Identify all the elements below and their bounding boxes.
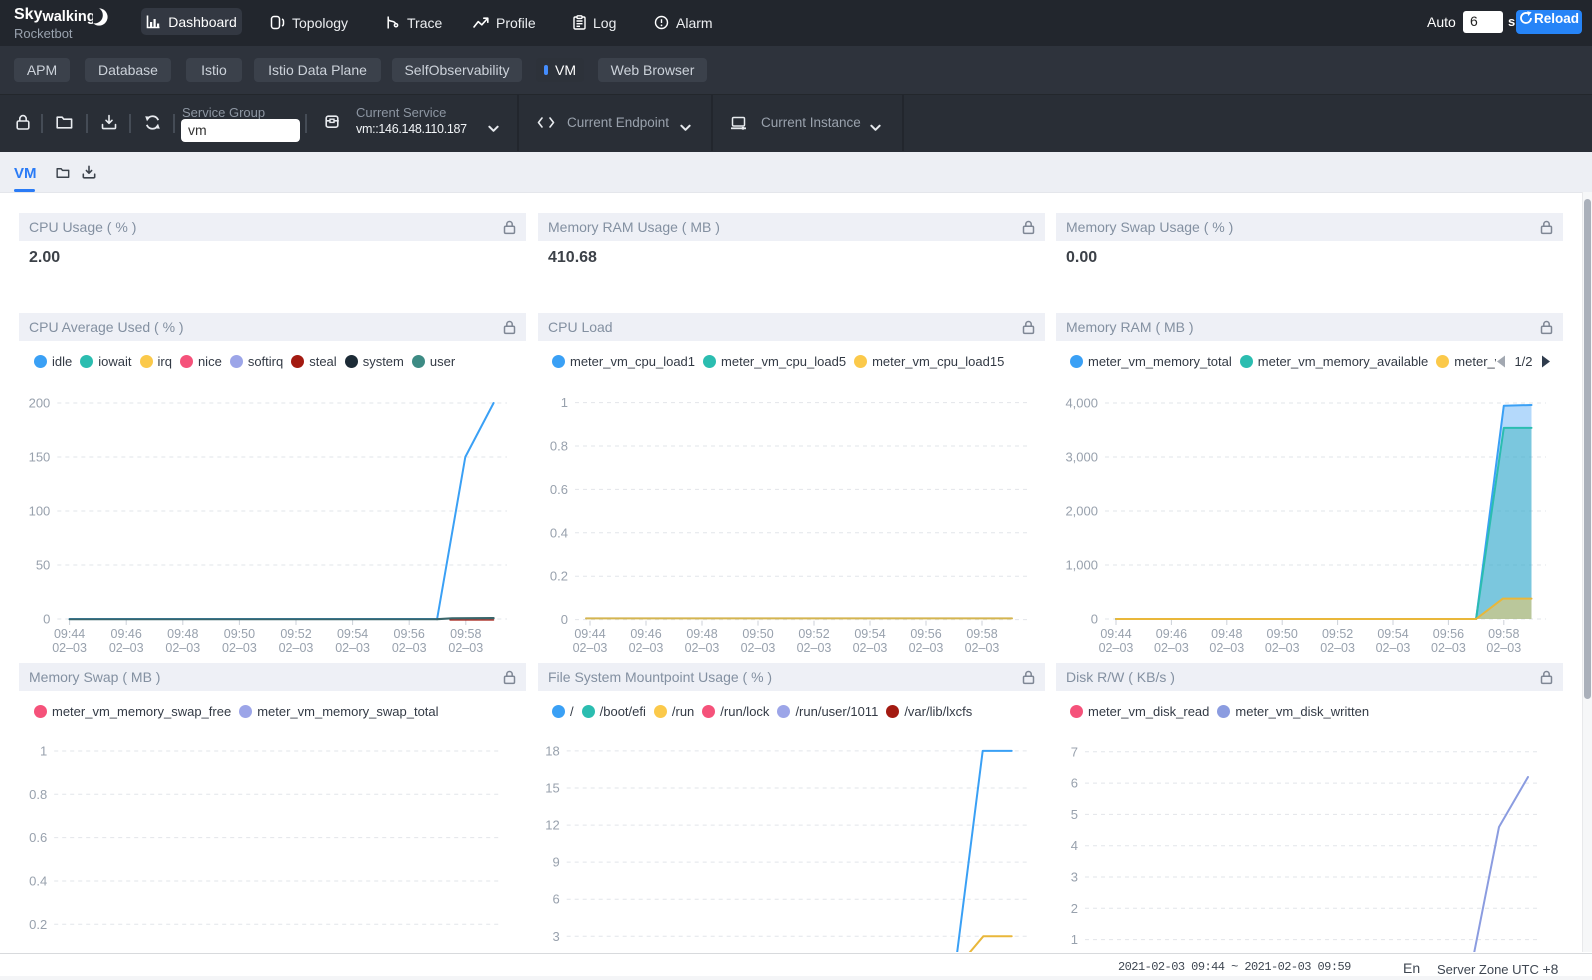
svg-text:12: 12 [545, 818, 559, 833]
svg-text:4,000: 4,000 [1065, 396, 1098, 411]
svg-text:0: 0 [561, 612, 568, 627]
svg-text:9: 9 [552, 855, 559, 870]
svg-text:7: 7 [1071, 744, 1078, 759]
svg-text:5: 5 [1071, 807, 1078, 822]
svg-text:09:58: 09:58 [966, 627, 997, 641]
svg-text:09:48: 09:48 [167, 627, 198, 641]
svg-text:02–03: 02–03 [1431, 641, 1466, 655]
svg-text:02–03: 02–03 [109, 641, 144, 655]
svg-text:4: 4 [1071, 838, 1078, 853]
svg-text:3,000: 3,000 [1065, 450, 1098, 465]
svg-text:09:58: 09:58 [1488, 627, 1519, 641]
svg-text:09:52: 09:52 [1322, 627, 1353, 641]
svg-text:02–03: 02–03 [1099, 641, 1134, 655]
svg-text:09:56: 09:56 [910, 627, 941, 641]
svg-text:02–03: 02–03 [335, 641, 370, 655]
svg-text:02–03: 02–03 [1154, 641, 1189, 655]
svg-text:6: 6 [1071, 776, 1078, 791]
svg-text:09:44: 09:44 [54, 627, 85, 641]
svg-text:02–03: 02–03 [629, 641, 664, 655]
svg-text:02–03: 02–03 [165, 641, 200, 655]
svg-text:3: 3 [552, 929, 559, 944]
svg-text:150: 150 [29, 450, 51, 465]
svg-text:02–03: 02–03 [448, 641, 483, 655]
svg-text:1: 1 [40, 744, 47, 759]
svg-text:0.8: 0.8 [29, 787, 47, 802]
svg-text:0.6: 0.6 [29, 830, 47, 845]
svg-text:02–03: 02–03 [1376, 641, 1411, 655]
svg-text:15: 15 [545, 781, 559, 796]
svg-text:09:50: 09:50 [742, 627, 773, 641]
svg-text:02–03: 02–03 [797, 641, 832, 655]
svg-text:200: 200 [29, 396, 51, 411]
svg-text:02–03: 02–03 [222, 641, 257, 655]
svg-text:50: 50 [36, 558, 50, 573]
svg-text:09:54: 09:54 [854, 627, 885, 641]
svg-text:02–03: 02–03 [853, 641, 888, 655]
svg-text:0.2: 0.2 [550, 569, 568, 584]
svg-text:1,000: 1,000 [1065, 558, 1098, 573]
svg-text:09:44: 09:44 [574, 627, 605, 641]
svg-text:09:48: 09:48 [686, 627, 717, 641]
svg-text:09:50: 09:50 [224, 627, 255, 641]
svg-text:3: 3 [1071, 870, 1078, 885]
svg-text:100: 100 [29, 504, 51, 519]
svg-text:02–03: 02–03 [1265, 641, 1300, 655]
svg-text:09:52: 09:52 [798, 627, 829, 641]
svg-text:09:44: 09:44 [1100, 627, 1131, 641]
svg-text:09:54: 09:54 [1377, 627, 1408, 641]
svg-text:02–03: 02–03 [685, 641, 720, 655]
svg-text:0.2: 0.2 [29, 917, 47, 932]
svg-text:02–03: 02–03 [1209, 641, 1244, 655]
svg-text:09:46: 09:46 [1156, 627, 1187, 641]
svg-text:02–03: 02–03 [279, 641, 314, 655]
svg-text:0.4: 0.4 [29, 874, 47, 889]
svg-text:0: 0 [1091, 612, 1098, 627]
svg-text:02–03: 02–03 [1486, 641, 1521, 655]
svg-text:18: 18 [545, 743, 559, 758]
svg-text:09:46: 09:46 [630, 627, 661, 641]
svg-text:09:48: 09:48 [1211, 627, 1242, 641]
svg-text:02–03: 02–03 [965, 641, 1000, 655]
svg-text:09:56: 09:56 [1433, 627, 1464, 641]
svg-text:02–03: 02–03 [741, 641, 776, 655]
svg-text:09:56: 09:56 [394, 627, 425, 641]
svg-text:0.4: 0.4 [550, 525, 568, 540]
svg-text:1: 1 [1071, 932, 1078, 947]
svg-text:02–03: 02–03 [392, 641, 427, 655]
svg-text:02–03: 02–03 [52, 641, 87, 655]
svg-text:0.6: 0.6 [550, 482, 568, 497]
svg-text:1: 1 [561, 395, 568, 410]
svg-text:6: 6 [552, 892, 559, 907]
svg-text:0.8: 0.8 [550, 439, 568, 454]
svg-text:09:52: 09:52 [280, 627, 311, 641]
svg-text:09:50: 09:50 [1267, 627, 1298, 641]
svg-text:09:54: 09:54 [337, 627, 368, 641]
svg-text:02–03: 02–03 [1320, 641, 1355, 655]
svg-text:09:46: 09:46 [111, 627, 142, 641]
svg-text:2,000: 2,000 [1065, 504, 1098, 519]
svg-text:09:58: 09:58 [450, 627, 481, 641]
svg-text:2: 2 [1071, 901, 1078, 916]
svg-text:02–03: 02–03 [909, 641, 944, 655]
svg-text:02–03: 02–03 [573, 641, 608, 655]
svg-text:0: 0 [43, 612, 50, 627]
